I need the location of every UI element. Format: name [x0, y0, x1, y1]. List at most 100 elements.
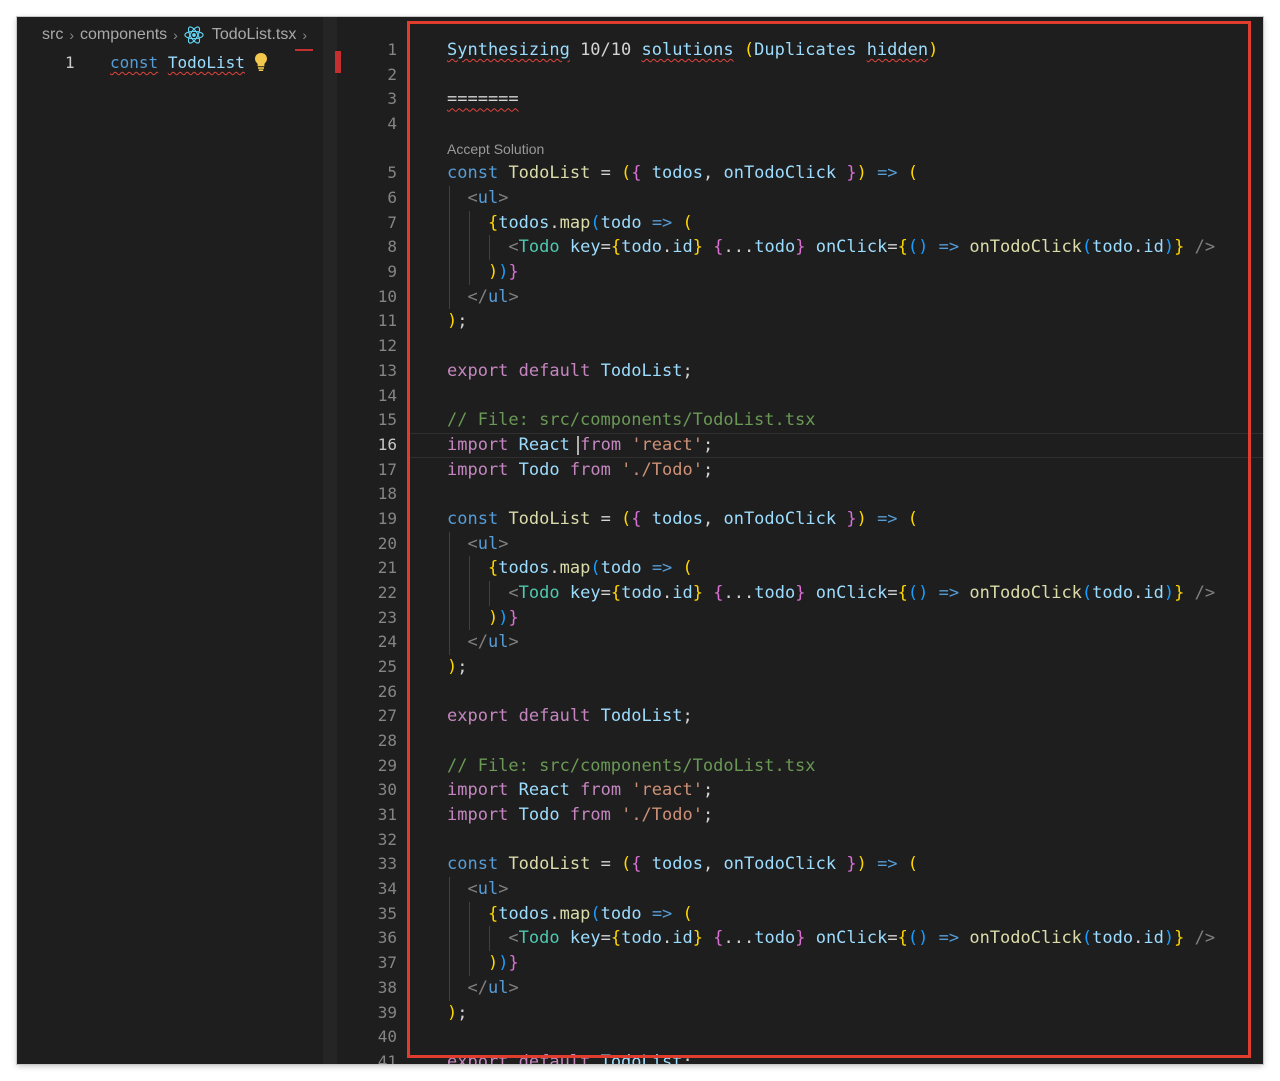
code-token: Duplicates — [754, 40, 867, 60]
code-line[interactable]: </ul> — [447, 285, 518, 310]
code-line[interactable]: ); — [447, 309, 468, 334]
code-token: . — [662, 928, 673, 949]
code-token: ) — [1163, 237, 1175, 258]
code-line[interactable]: <Todo key={todo.id} {...todo} onClick={(… — [447, 235, 1215, 260]
line-number-gutter: 1 2 3 4 5 6 7 8 9 10 11 12 13 14 15 16 17 18 19 20 21 22 23 24 2… — [343, 17, 407, 1064]
code-token: Todo — [518, 459, 560, 480]
accept-solution-link[interactable]: Accept Solution — [447, 141, 544, 157]
line-number: 24 — [377, 632, 397, 652]
code-token: onClick — [815, 237, 888, 258]
code-token: './Todo' — [621, 459, 703, 480]
indent-guide — [449, 531, 450, 557]
code-token: = — [600, 582, 611, 603]
code-token: > — [498, 533, 509, 554]
code-token: . — [1133, 237, 1144, 258]
code-token: ; — [702, 805, 714, 826]
code-line[interactable]: <ul> — [447, 877, 508, 902]
code-line[interactable]: // File: src/components/TodoList.tsx — [447, 754, 815, 779]
code-token: ) — [856, 163, 867, 184]
code-token: id — [1143, 237, 1164, 258]
code-token: => — [938, 237, 960, 258]
code-token: ; — [702, 434, 714, 455]
code-token: { — [713, 928, 724, 949]
code-line[interactable]: {todos.map(todo => ( — [447, 211, 693, 236]
code-line[interactable]: <Todo key={todo.id} {...todo} onClick={(… — [447, 926, 1215, 951]
code-line[interactable]: ))} — [447, 951, 519, 976]
breadcrumb-item-file[interactable]: TodoList.tsx — [212, 26, 296, 44]
code-token: onTodoClick — [723, 854, 837, 875]
code-token: const — [447, 854, 499, 875]
breadcrumb-item-components[interactable]: components — [80, 26, 167, 44]
code-line[interactable]: import React from 'react'; — [447, 778, 713, 803]
code-area[interactable]: Synthesizing 10/10 solutions (Duplicates… — [407, 17, 1263, 1064]
code-line[interactable]: Synthesizing 10/10 solutions (Duplicates… — [447, 38, 938, 63]
indent-guide — [449, 951, 450, 976]
code-token: const — [447, 163, 499, 184]
code-token: ; — [457, 311, 468, 332]
code-line[interactable]: <Todo key={todo.id} {...todo} onClick={(… — [447, 581, 1215, 606]
code-token: onTodoClick — [723, 508, 837, 529]
code-token: 10/10 — [569, 40, 642, 60]
line-number: 30 — [377, 780, 397, 800]
code-line[interactable]: import Todo from './Todo'; — [447, 458, 713, 483]
diff-marker — [295, 49, 313, 51]
code-token: todo — [600, 903, 642, 924]
code-line[interactable]: <ul> — [447, 532, 508, 557]
code-line[interactable]: </ul> — [447, 976, 518, 1001]
code-line[interactable]: ))} — [447, 606, 519, 631]
code-token: './Todo' — [621, 805, 703, 826]
code-token: from — [580, 780, 622, 801]
code-token: todo — [754, 237, 796, 258]
lightbulb-icon[interactable] — [254, 52, 268, 72]
code-line[interactable]: ); — [447, 655, 468, 680]
breadcrumb-item-src[interactable]: src — [42, 26, 63, 44]
code-token: ... — [723, 237, 755, 258]
code-line[interactable]: const TodoList = ({ todos, onTodoClick }… — [447, 852, 918, 877]
react-icon — [184, 26, 204, 44]
code-token: => — [938, 582, 960, 603]
code-token: todos — [651, 854, 703, 875]
code-token: , — [702, 163, 724, 184]
code-line[interactable]: {todos.map(todo => ( — [447, 556, 693, 581]
code-line[interactable]: import React from 'react'; — [447, 433, 713, 458]
code-line[interactable]: const TodoList = ({ todos, onTodoClick }… — [447, 161, 918, 186]
code-line[interactable]: ))} — [447, 260, 519, 285]
line-number: 6 — [387, 188, 397, 208]
code-line[interactable]: const TodoList = ({ todos, onTodoClick }… — [447, 507, 918, 532]
code-token: < — [508, 237, 519, 258]
code-line[interactable]: export default TodoList; — [447, 359, 693, 384]
code-line[interactable]: ======= — [447, 87, 519, 112]
vertical-scrollbar[interactable] — [323, 17, 337, 1064]
code-token: { — [713, 237, 724, 258]
code-line[interactable]: </ul> — [447, 630, 518, 655]
code-line[interactable]: ); — [447, 1001, 468, 1026]
code-token: todo — [600, 212, 642, 233]
code-line[interactable]: {todos.map(todo => ( — [447, 902, 693, 927]
code-line[interactable]: const TodoList — [110, 53, 245, 72]
code-line[interactable]: export default TodoList; — [447, 1050, 693, 1064]
code-line[interactable]: export default TodoList; — [447, 704, 693, 729]
code-token: ) — [447, 311, 458, 332]
code-line[interactable]: import Todo from './Todo'; — [447, 803, 713, 828]
indent-guide — [449, 260, 450, 285]
code-line[interactable]: // File: src/components/TodoList.tsx — [447, 408, 815, 433]
line-number: 17 — [377, 459, 397, 479]
code-line[interactable]: <ul> — [447, 186, 508, 211]
left-editor-line[interactable]: 1 const TodoList — [17, 51, 343, 75]
